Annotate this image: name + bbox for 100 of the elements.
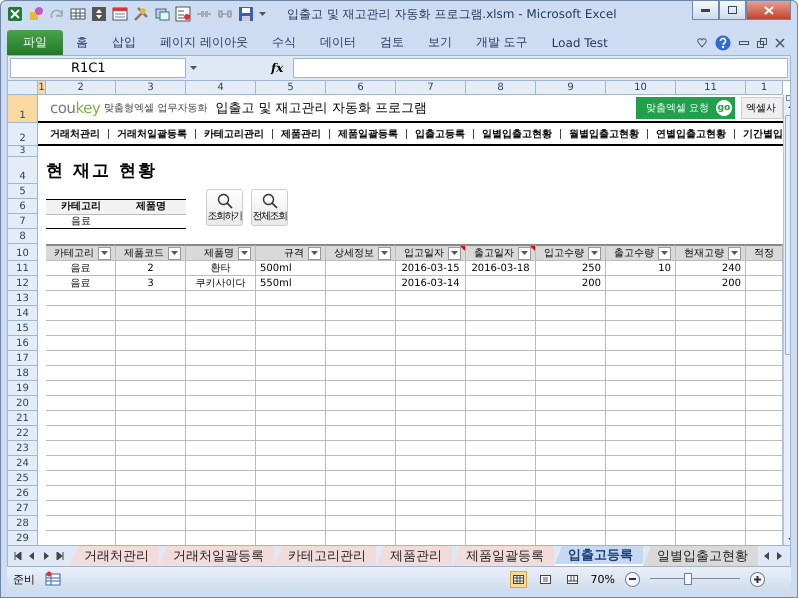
nav-link[interactable]: 카테고리관리 bbox=[204, 126, 264, 140]
normal-view-button[interactable] bbox=[510, 570, 527, 588]
filter-button[interactable] bbox=[728, 246, 741, 260]
filter-button[interactable] bbox=[658, 246, 671, 260]
row-header[interactable]: 11 bbox=[8, 261, 38, 276]
row-header[interactable]: 10 bbox=[8, 244, 38, 261]
row-header[interactable]: 4 bbox=[8, 157, 38, 184]
column-header[interactable]: 1 bbox=[38, 81, 46, 95]
ribbon-tab[interactable]: 페이지 레이아웃 bbox=[149, 30, 259, 55]
row-header[interactable]: 16 bbox=[8, 336, 38, 351]
ribbon-tab[interactable]: 수식 bbox=[260, 30, 307, 55]
filter-button[interactable] bbox=[518, 246, 531, 260]
heart-icon[interactable] bbox=[697, 38, 707, 48]
filter-button[interactable] bbox=[448, 246, 461, 260]
restore-icon[interactable] bbox=[757, 38, 767, 48]
row-header[interactable]: 3 bbox=[8, 146, 38, 157]
ribbon-tab[interactable]: 데이터 bbox=[308, 30, 367, 55]
maximize-button[interactable] bbox=[719, 1, 746, 20]
category-value[interactable]: 음료 bbox=[46, 215, 116, 229]
save-icon[interactable] bbox=[238, 6, 254, 22]
first-sheet-icon[interactable] bbox=[14, 552, 22, 560]
row-header[interactable]: 1 bbox=[8, 95, 38, 123]
sheet-tab[interactable]: 카테고리관리 bbox=[274, 546, 376, 566]
sort-icon[interactable] bbox=[91, 6, 107, 22]
table-icon[interactable] bbox=[70, 6, 86, 22]
row-header[interactable]: 23 bbox=[8, 441, 38, 456]
minimize-button[interactable] bbox=[692, 1, 719, 20]
nav-link[interactable]: 거래처관리 bbox=[50, 126, 100, 140]
column-header[interactable]: 2 bbox=[46, 81, 116, 95]
filter-button[interactable] bbox=[238, 246, 251, 260]
zoom-out-button[interactable] bbox=[625, 572, 640, 586]
row-header[interactable]: 28 bbox=[8, 516, 38, 531]
ribbon-tab[interactable]: 보기 bbox=[416, 30, 463, 55]
next-sheet-icon[interactable] bbox=[42, 552, 50, 560]
row-header[interactable]: 13 bbox=[8, 291, 38, 306]
sheet-tab[interactable]: 입출고등록 bbox=[554, 546, 643, 566]
row-header[interactable]: 7 bbox=[8, 214, 38, 229]
sheet-tab[interactable]: 제품관리 bbox=[376, 546, 452, 566]
column-header[interactable]: 11 bbox=[676, 81, 746, 95]
search-button[interactable]: 전체조회 bbox=[251, 189, 288, 226]
zoom-slider-thumb[interactable] bbox=[684, 573, 692, 585]
ribbon-tab[interactable]: 홈 bbox=[65, 30, 99, 55]
row-header[interactable]: 14 bbox=[8, 306, 38, 321]
row-header[interactable]: 27 bbox=[8, 501, 38, 516]
shapes-icon[interactable] bbox=[28, 6, 44, 22]
row-header[interactable]: 22 bbox=[8, 426, 38, 441]
nav-link[interactable]: 월별입출고현황 bbox=[569, 126, 639, 140]
column-header[interactable]: 1 bbox=[746, 81, 783, 95]
ribbon-tab[interactable]: Load Test bbox=[540, 30, 619, 55]
formula-input[interactable] bbox=[293, 58, 788, 78]
row-header[interactable]: 5 bbox=[8, 184, 38, 199]
sheet-tab[interactable]: 거래처관리 bbox=[70, 546, 159, 566]
close-icon[interactable] bbox=[775, 38, 785, 48]
name-box[interactable]: R1C1 bbox=[10, 58, 186, 78]
row-header[interactable]: 12 bbox=[8, 276, 38, 291]
column-header[interactable]: 3 bbox=[116, 81, 186, 95]
checklist-icon[interactable] bbox=[175, 6, 191, 22]
nav-link[interactable]: 일별입출고현황 bbox=[482, 126, 552, 140]
row-header[interactable]: 26 bbox=[8, 486, 38, 501]
row-header[interactable]: 20 bbox=[8, 396, 38, 411]
row-header[interactable]: 24 bbox=[8, 456, 38, 471]
filter-button[interactable] bbox=[168, 246, 181, 260]
row-header[interactable]: 19 bbox=[8, 381, 38, 396]
column-header[interactable]: 7 bbox=[396, 81, 466, 95]
ribbon-tab[interactable]: 삽입 bbox=[101, 30, 147, 55]
window-icon[interactable] bbox=[154, 6, 170, 22]
column-header[interactable]: 10 bbox=[606, 81, 676, 95]
form-icon[interactable] bbox=[112, 6, 128, 22]
help-icon[interactable] bbox=[715, 34, 731, 50]
tools-icon[interactable] bbox=[133, 6, 149, 22]
row-header[interactable]: 15 bbox=[8, 321, 38, 336]
nav-link[interactable]: 연별입출고현황 bbox=[656, 126, 726, 140]
nav-link[interactable]: 거래처일괄등록 bbox=[117, 126, 187, 140]
nav-link[interactable]: 제품관리 bbox=[281, 126, 321, 140]
usage-button[interactable]: 엑셀사 bbox=[741, 97, 783, 119]
column-header[interactable]: 5 bbox=[256, 81, 326, 95]
filter-button[interactable] bbox=[588, 246, 601, 260]
sheet-tab[interactable]: 제품일괄등록 bbox=[452, 546, 554, 566]
row-header[interactable]: 18 bbox=[8, 366, 38, 381]
row-header[interactable]: 8 bbox=[8, 229, 38, 244]
ribbon-tab[interactable]: 개발 도구 bbox=[464, 30, 539, 55]
filter-button[interactable] bbox=[308, 246, 321, 260]
scroll-left-icon[interactable] bbox=[764, 552, 770, 560]
row-header[interactable]: 25 bbox=[8, 471, 38, 486]
row-header[interactable]: 2 bbox=[8, 123, 38, 146]
last-sheet-icon[interactable] bbox=[56, 552, 64, 560]
row-header[interactable]: 21 bbox=[8, 411, 38, 426]
sheet-tab[interactable]: 일별입출고현황 bbox=[643, 546, 758, 566]
row-header[interactable]: 17 bbox=[8, 351, 38, 366]
macro-record-icon[interactable] bbox=[45, 571, 61, 587]
row-header[interactable]: 6 bbox=[8, 199, 38, 214]
row-header[interactable]: 29 bbox=[8, 531, 38, 545]
ribbon-tab[interactable]: 검토 bbox=[368, 30, 415, 55]
nav-link[interactable]: 입출고등록 bbox=[415, 126, 465, 140]
scroll-right-icon[interactable] bbox=[776, 552, 782, 560]
close-button[interactable] bbox=[746, 1, 791, 20]
nav-link[interactable]: 기간별입 bbox=[743, 126, 783, 140]
zoom-in-button[interactable] bbox=[750, 572, 765, 586]
search-button[interactable]: 조회하기 bbox=[206, 189, 243, 226]
column-header[interactable]: 4 bbox=[186, 81, 256, 95]
